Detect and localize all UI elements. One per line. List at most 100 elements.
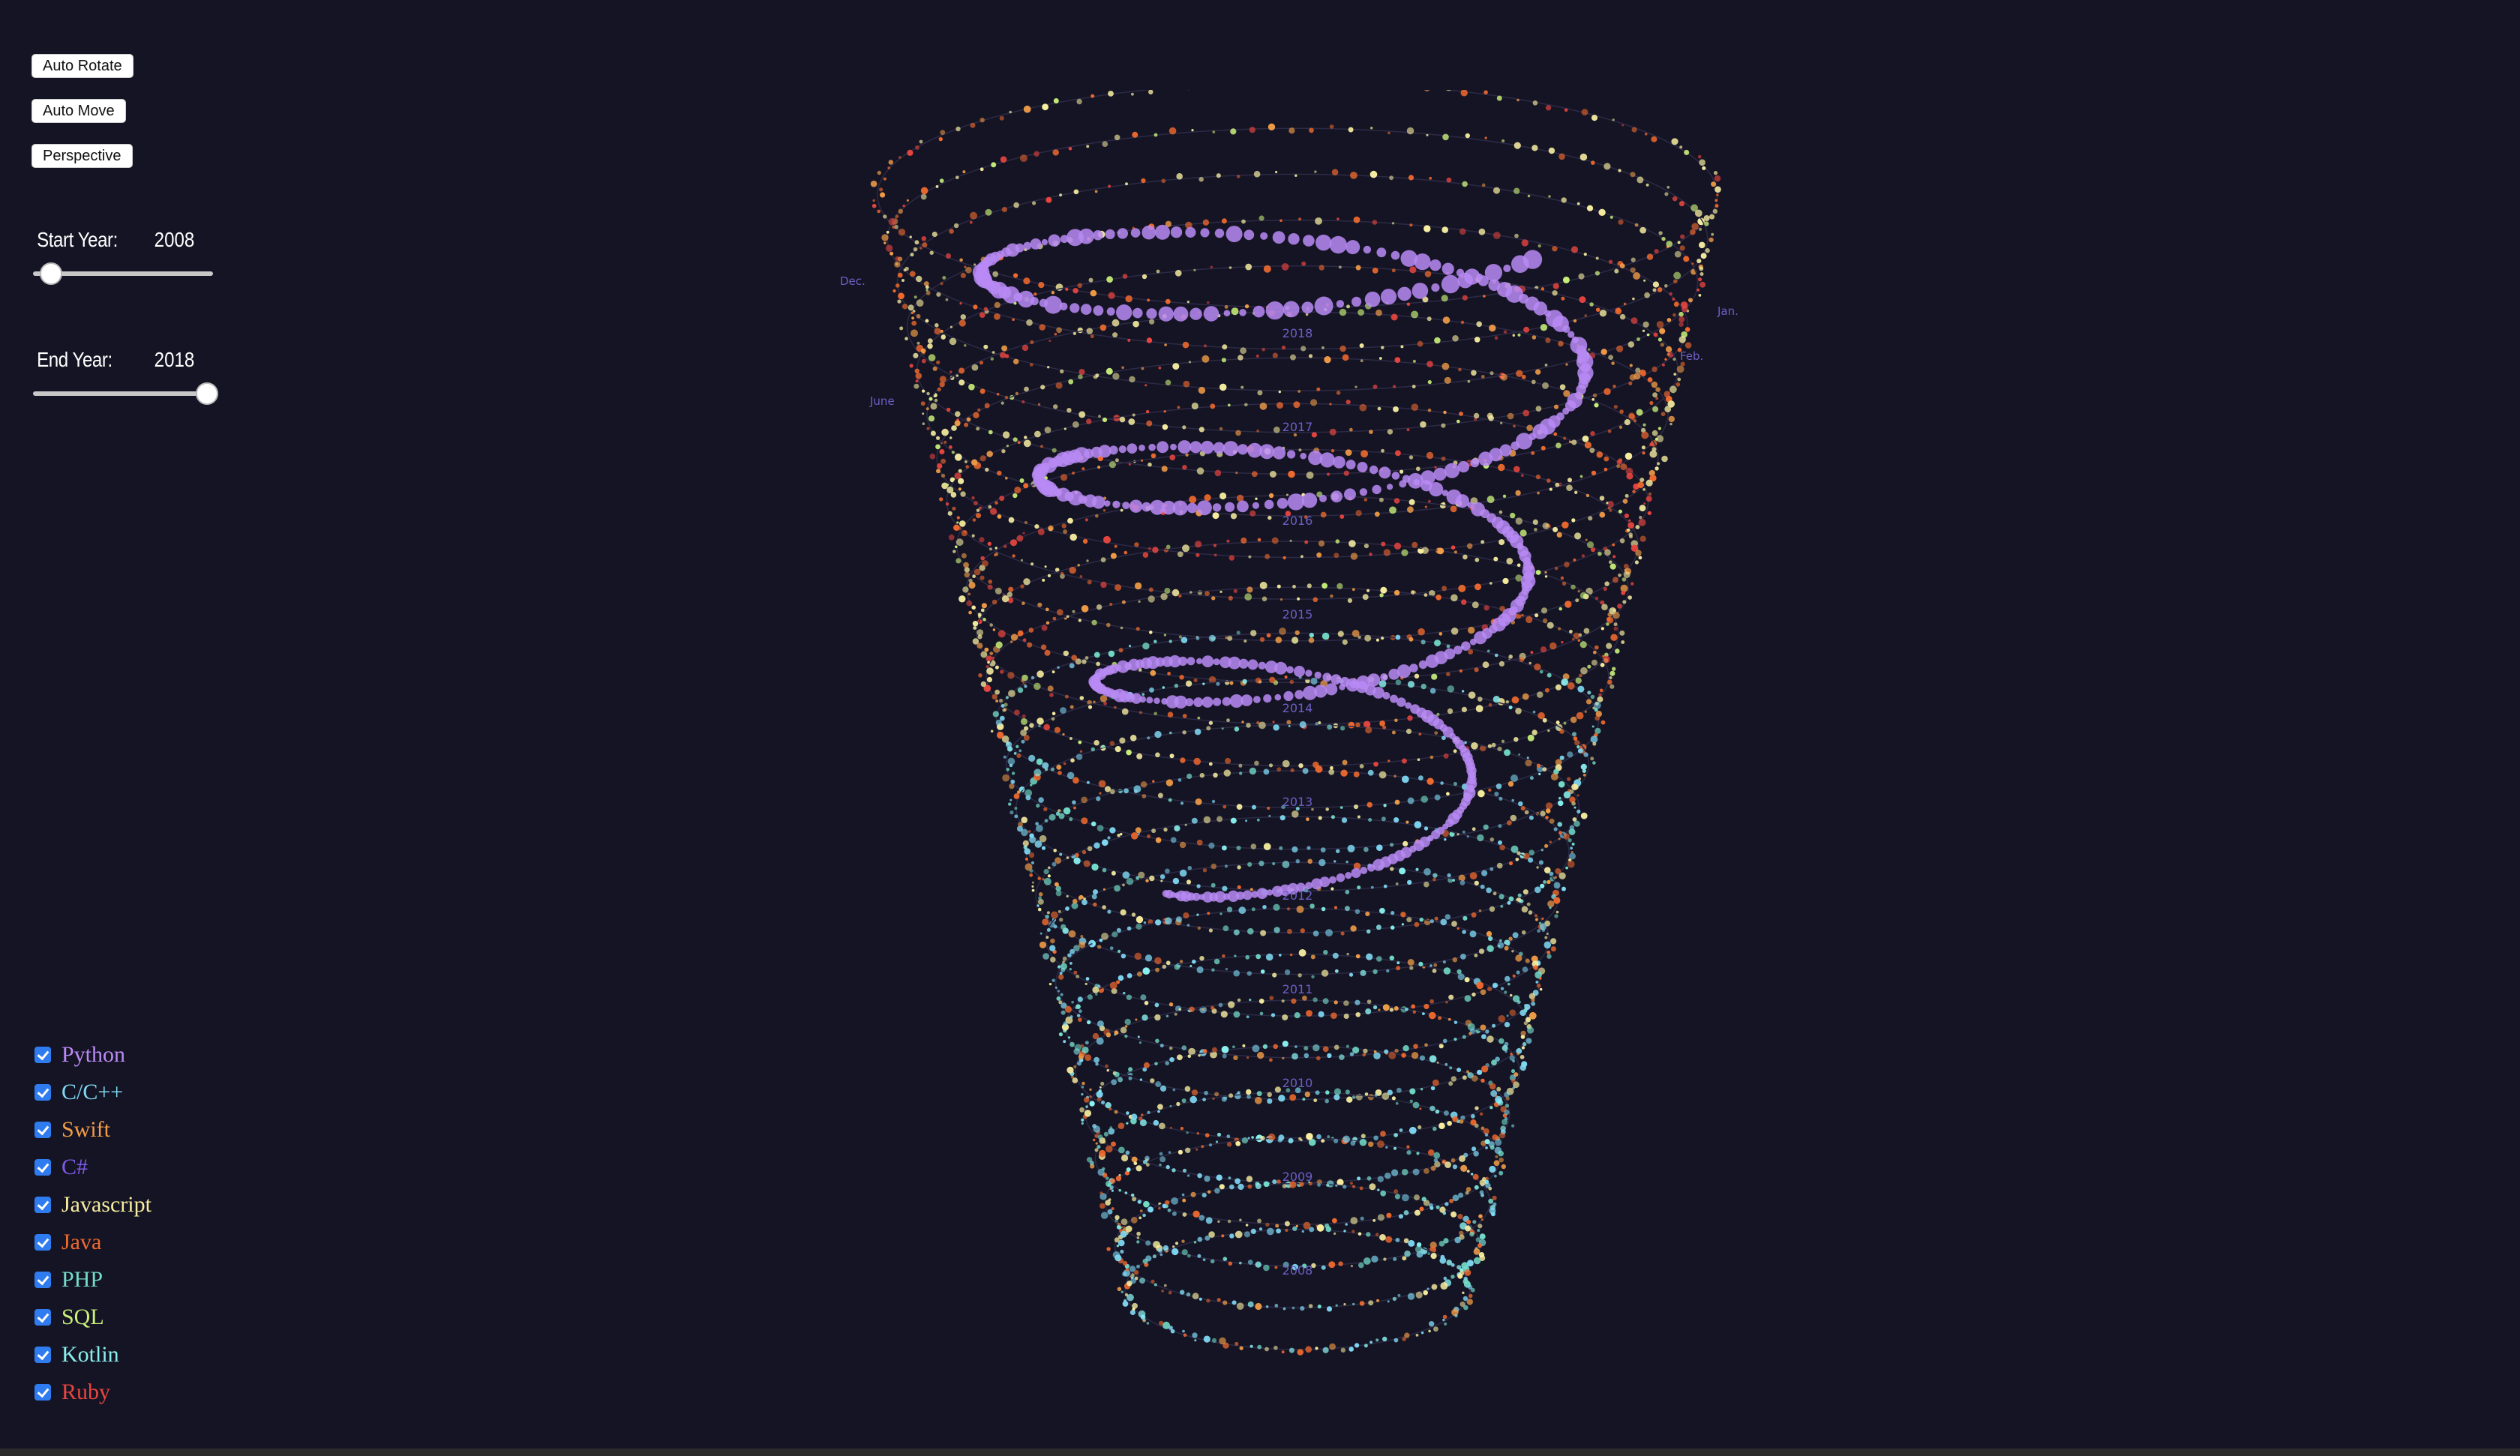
activity-dot: [1318, 1011, 1324, 1017]
legend-item-c-c-[interactable]: C/C++: [34, 1074, 152, 1111]
legend-item-javascript[interactable]: Javascript: [34, 1186, 152, 1224]
activity-dot: [995, 700, 998, 703]
legend-checkbox[interactable]: [34, 1047, 51, 1063]
activity-dot: [1374, 1093, 1378, 1097]
legend-checkbox[interactable]: [34, 1347, 51, 1363]
python-activity-dot: [1294, 690, 1304, 700]
spiral-visualization[interactable]: 2018 2017 2016 2015 2014 2013 2012 2011 2010 2009…: [780, 90, 1830, 1380]
auto-rotate-button[interactable]: Auto Rotate: [32, 54, 134, 78]
activity-dot: [1275, 637, 1282, 643]
activity-dot: [1616, 464, 1621, 469]
activity-dot: [1546, 950, 1551, 954]
activity-dot: [1494, 791, 1499, 797]
end-year-track[interactable]: [33, 391, 213, 396]
activity-dot: [984, 647, 989, 652]
activity-dot: [1580, 812, 1588, 819]
activity-dot: [1196, 553, 1200, 558]
activity-dot: [990, 508, 998, 515]
python-activity-dot: [1470, 458, 1480, 468]
activity-dot: [1408, 637, 1414, 642]
activity-dot: [1078, 619, 1082, 622]
legend-item-sql[interactable]: SQL: [34, 1299, 152, 1336]
activity-dot: [1614, 268, 1619, 274]
legend-item-swift[interactable]: Swift: [34, 1111, 152, 1149]
activity-dot: [1124, 1035, 1128, 1038]
activity-dot: [1567, 682, 1575, 690]
activity-dot: [1282, 1014, 1288, 1020]
activity-dot: [1553, 882, 1561, 889]
legend-checkbox[interactable]: [34, 1272, 51, 1288]
perspective-button[interactable]: Perspective: [32, 144, 133, 168]
activity-dot: [1385, 1236, 1393, 1243]
activity-dot: [1202, 1049, 1208, 1053]
legend-checkbox[interactable]: [34, 1197, 51, 1213]
activity-dot: [1305, 1346, 1312, 1353]
activity-dot: [1496, 783, 1502, 789]
activity-dot: [1124, 550, 1128, 555]
activity-dot: [1133, 785, 1142, 793]
activity-dot: [1250, 630, 1257, 637]
auto-move-button[interactable]: Auto Move: [32, 99, 126, 123]
python-activity-dot: [1170, 226, 1183, 238]
activity-dot: [1541, 917, 1544, 921]
activity-dot: [1311, 975, 1315, 979]
activity-dot: [1355, 954, 1360, 959]
start-year-thumb[interactable]: [40, 262, 62, 285]
activity-dot: [1318, 540, 1325, 547]
activity-dot: [1432, 969, 1437, 973]
spiral-canvas[interactable]: 2018201720162015201420132012201120102009…: [780, 90, 1830, 1380]
activity-dot: [1197, 926, 1201, 930]
activity-dot: [971, 605, 976, 610]
activity-dot: [1131, 92, 1134, 96]
legend-checkbox[interactable]: [34, 1084, 51, 1101]
activity-dot: [1412, 385, 1416, 388]
activity-dot: [1292, 1306, 1295, 1310]
legend-item-java[interactable]: Java: [34, 1224, 152, 1261]
activity-dot: [1227, 403, 1231, 407]
activity-dot: [1406, 302, 1411, 307]
activity-dot: [1219, 1184, 1225, 1190]
activity-dot: [968, 578, 973, 583]
activity-dot: [974, 263, 976, 266]
activity-dot: [1494, 336, 1498, 340]
activity-dot: [1358, 1232, 1362, 1236]
legend-checkbox[interactable]: [34, 1309, 51, 1326]
legend-item-php[interactable]: PHP: [34, 1261, 152, 1299]
activity-dot: [1125, 1225, 1132, 1233]
activity-dot: [1242, 679, 1247, 685]
legend-checkbox[interactable]: [34, 1122, 51, 1138]
activity-dot: [1618, 574, 1622, 577]
activity-dot: [1436, 1205, 1440, 1209]
activity-dot: [1447, 708, 1454, 715]
legend-item-ruby[interactable]: Ruby: [34, 1374, 152, 1411]
python-activity-dot: [1414, 253, 1431, 271]
legend-item-c-[interactable]: C#: [34, 1149, 152, 1186]
python-activity-dot: [1253, 696, 1261, 703]
python-activity-dot: [1258, 661, 1266, 670]
activity-dot: [968, 610, 972, 615]
activity-dot: [1643, 502, 1646, 505]
activity-dot: [1571, 801, 1576, 806]
python-activity-dot: [1369, 465, 1378, 475]
activity-dot: [1526, 616, 1533, 624]
activity-dot: [949, 337, 957, 346]
activity-dot: [1679, 145, 1683, 149]
legend-item-kotlin[interactable]: Kotlin: [34, 1336, 152, 1374]
activity-dot: [1060, 571, 1064, 575]
legend-item-python[interactable]: Python: [34, 1036, 152, 1074]
activity-dot: [1080, 935, 1084, 938]
activity-dot: [1523, 326, 1530, 333]
activity-dot: [940, 329, 944, 333]
activity-dot: [1698, 277, 1702, 282]
end-year-thumb[interactable]: [196, 382, 218, 405]
legend-checkbox[interactable]: [34, 1159, 51, 1176]
activity-dot: [1630, 317, 1638, 325]
legend-checkbox[interactable]: [34, 1234, 51, 1251]
legend-label: C#: [62, 1155, 88, 1179]
activity-dot: [1540, 324, 1548, 331]
legend-checkbox[interactable]: [34, 1384, 51, 1401]
activity-dot: [1006, 445, 1009, 448]
activity-dot: [1594, 645, 1599, 650]
activity-dot: [1057, 990, 1060, 993]
activity-dot: [880, 192, 886, 198]
